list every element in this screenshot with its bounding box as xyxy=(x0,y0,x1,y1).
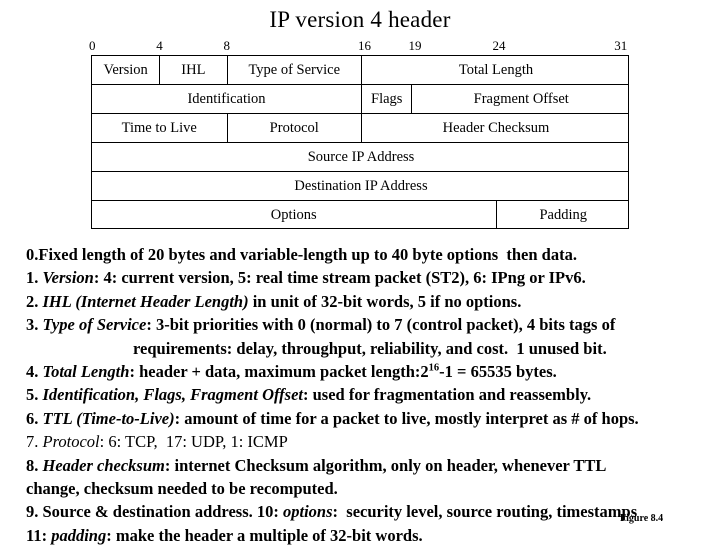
note-5: 5. Identification, Flags, Fragment Offse… xyxy=(26,385,592,405)
header-row: Source IP Address xyxy=(91,142,629,171)
header-field-destination-ip-address: Destination IP Address xyxy=(294,178,428,194)
header-field-ihl: IHL xyxy=(159,56,226,84)
header-row: Identification Flags Fragment Offset xyxy=(91,84,629,113)
figure-caption: Figure 8.4 xyxy=(620,513,664,524)
note-6: 6. TTL (Time-to-Live): amount of time fo… xyxy=(26,408,639,428)
ip-header-diagram: Version IHL Type of Service Total Length Ide… xyxy=(91,55,629,233)
header-field-flags: Flags xyxy=(361,85,411,113)
header-field-time-to-live: Time to Live xyxy=(121,120,197,136)
bit-tick-31: 31 xyxy=(614,38,628,53)
note-8b: change, checksum needed to be recomputed… xyxy=(26,479,338,499)
bit-tick-19: 19 xyxy=(408,38,422,53)
note-11: 11: padding: make the header a multiple … xyxy=(26,525,423,545)
header-row: Options Padding xyxy=(91,200,629,229)
header-row: Version IHL Type of Service Total Length xyxy=(91,55,629,84)
header-field-padding: Padding xyxy=(495,201,631,229)
bit-tick-8: 8 xyxy=(223,38,231,53)
header-field-protocol: Protocol xyxy=(226,114,362,142)
note-3: 3. Type of Service: 3-bit priorities wit… xyxy=(26,315,616,335)
note-4: 4. Total Length: header + data, maximum … xyxy=(26,362,557,382)
note-0: 0.Fixed length of 20 bytes and variable-… xyxy=(26,245,577,264)
bit-tick-4: 4 xyxy=(156,38,163,53)
header-field-type-of-service: Type of Service xyxy=(226,56,362,84)
header-field-options: Options xyxy=(270,207,317,223)
note-7: 7. Protocol: 6: TCP, 17: UDP, 1: ICMP xyxy=(26,432,288,452)
note-9: 9. Source & destination address. 10: opt… xyxy=(26,502,638,522)
header-field-identification: Identification xyxy=(187,91,266,107)
header-row: Destination IP Address xyxy=(91,171,629,200)
header-field-total-length: Total Length xyxy=(361,56,630,84)
note-8: 8. Header checksum: internet Checksum al… xyxy=(26,455,607,475)
bit-tick-16: 16 xyxy=(358,38,371,53)
note-1: 1. Version: 4: current version, 5: real … xyxy=(26,268,586,288)
page-title: IP version 4 header xyxy=(269,7,451,32)
header-row: Time to Live Protocol Header Checksum xyxy=(91,113,629,142)
header-field-version: Version xyxy=(103,62,148,78)
note-2: 2. IHL (Internet Header Length) in unit … xyxy=(26,291,522,311)
bit-position-ruler: 0 4 8 16 19 24 31 xyxy=(89,38,629,55)
bit-tick-24: 24 xyxy=(492,38,506,53)
notes-list: 0.Fixed length of 20 bytes and variable-… xyxy=(26,243,698,547)
header-field-source-ip-address: Source IP Address xyxy=(307,149,415,165)
header-field-fragment-offset: Fragment Offset xyxy=(411,85,630,113)
bit-tick-0: 0 xyxy=(89,38,96,53)
header-field-header-checksum: Header Checksum xyxy=(361,114,630,142)
note-3b: requirements: delay, throughput, reliabi… xyxy=(133,338,607,358)
